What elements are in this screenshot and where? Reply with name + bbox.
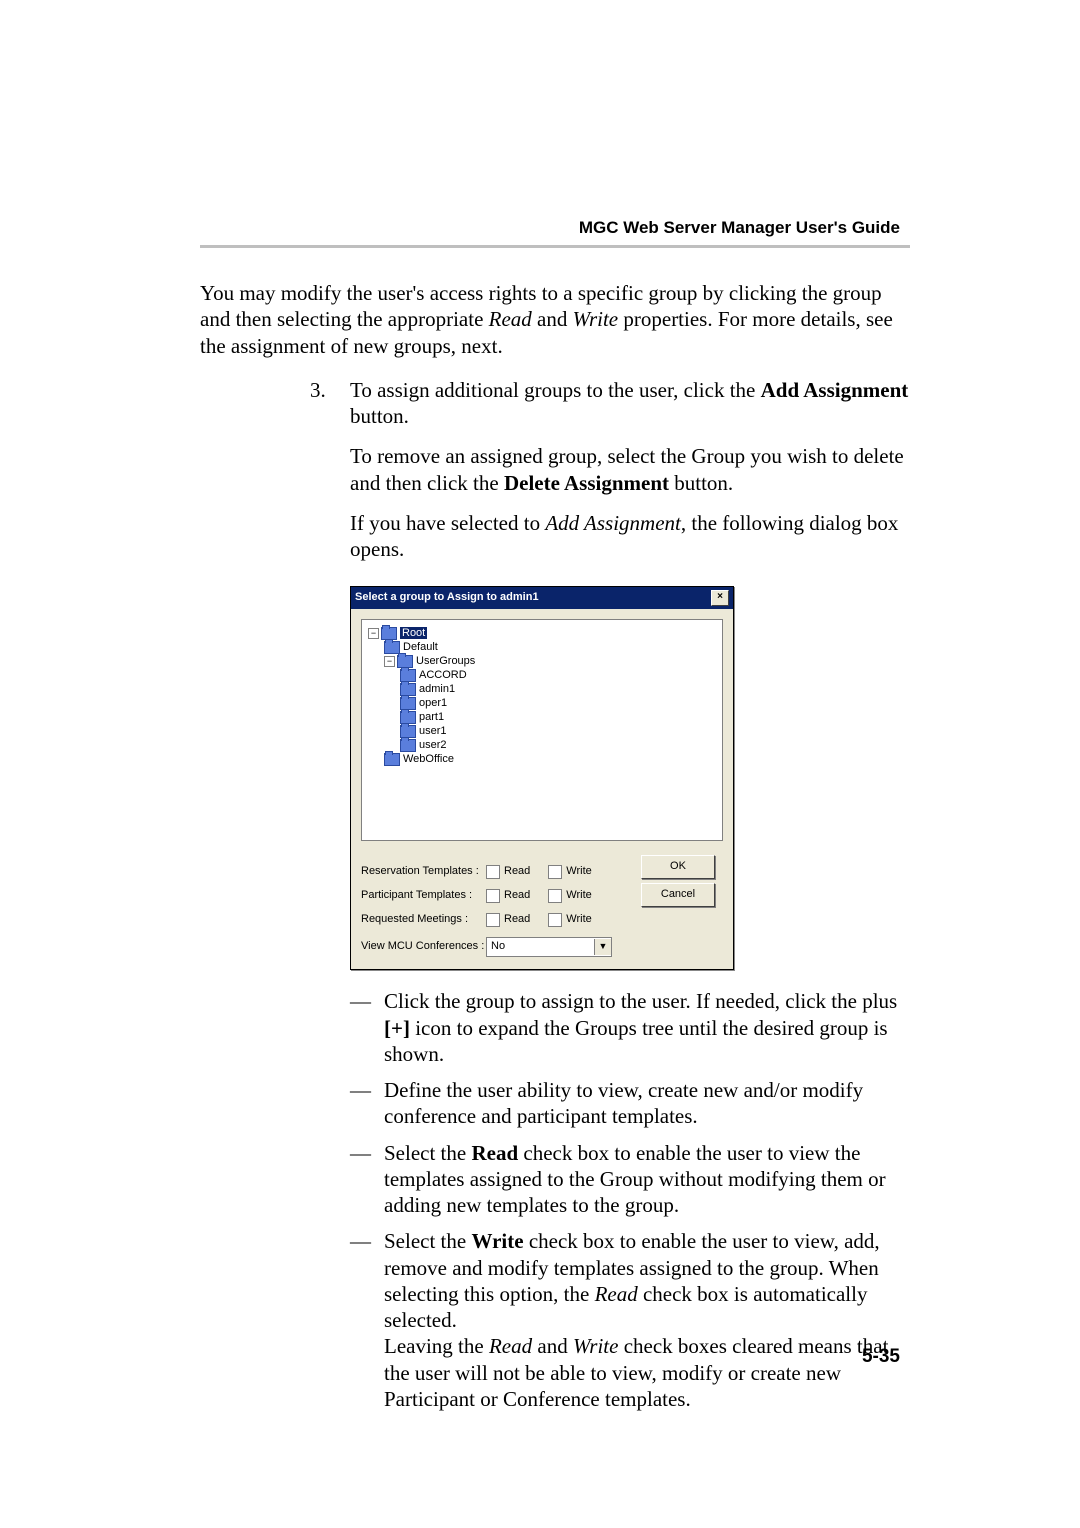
text: Click the group to assign to the user. I… — [384, 989, 897, 1013]
read-checkbox[interactable] — [486, 913, 500, 927]
text-bold: Add Assignment — [761, 378, 909, 402]
step-body: To assign additional groups to the user,… — [350, 377, 910, 577]
checkbox-label: Write — [566, 913, 591, 927]
requested-meetings-row: Requested Meetings : Read Write — [361, 913, 723, 927]
dialog-body: −Root Default −UserGroups ACCORD admin1 … — [351, 609, 733, 851]
intro-paragraph: You may modify the user's access rights … — [200, 280, 910, 359]
read-checkbox[interactable] — [486, 889, 500, 903]
checkbox-label: Read — [504, 913, 530, 927]
chevron-down-icon[interactable]: ▼ — [594, 939, 611, 955]
checkbox-label: Read — [504, 889, 530, 903]
list-item: — Select the Write check box to enable t… — [350, 1228, 910, 1412]
tree-node[interactable]: ACCORD — [419, 669, 467, 681]
tree-node[interactable]: WebOffice — [403, 753, 454, 765]
text: To assign additional groups to the user,… — [350, 378, 761, 402]
group-tree[interactable]: −Root Default −UserGroups ACCORD admin1 … — [361, 619, 723, 841]
text-italic: Read — [489, 1334, 532, 1358]
text-bold: Write — [471, 1229, 523, 1253]
checkbox-label: Write — [566, 889, 591, 903]
read-checkbox[interactable] — [486, 865, 500, 879]
text: button. — [669, 471, 733, 495]
text-italic: Add Assignment — [545, 511, 681, 535]
tree-node[interactable]: UserGroups — [416, 655, 475, 667]
assign-group-dialog: Select a group to Assign to admin1 × − Ro… — [350, 586, 734, 970]
tree-node-root[interactable]: Root — [400, 627, 427, 639]
page-header: MGC Web Server Manager User's Guide — [579, 218, 900, 238]
text: If you have selected to — [350, 511, 545, 535]
dash-icon: — — [350, 1140, 384, 1219]
folder-icon — [400, 739, 416, 752]
text-bold: Read — [471, 1141, 518, 1165]
text: and — [532, 1334, 573, 1358]
tree-node[interactable]: user2 — [419, 739, 447, 751]
list-item: — Define the user ability to view, creat… — [350, 1077, 910, 1130]
tree-node[interactable]: part1 — [419, 711, 444, 723]
checkbox-label: Write — [566, 865, 591, 879]
dash-icon: — — [350, 1228, 384, 1412]
cancel-button[interactable]: Cancel — [641, 883, 715, 907]
text: Define the user ability to view, create … — [384, 1077, 910, 1130]
step-3: 3. To assign additional groups to the us… — [200, 377, 910, 577]
text: and — [532, 307, 573, 331]
text: Select the — [384, 1229, 471, 1253]
tree-node[interactable]: admin1 — [419, 683, 455, 695]
dash-icon: — — [350, 988, 384, 1067]
write-checkbox[interactable] — [548, 865, 562, 879]
tree-node[interactable]: oper1 — [419, 697, 447, 709]
row-label: View MCU Conferences : — [361, 940, 486, 954]
row-label: Reservation Templates : — [361, 865, 486, 879]
page-number: 5-35 — [862, 1346, 900, 1368]
text-bold: [+] — [384, 1016, 410, 1040]
write-checkbox[interactable] — [548, 889, 562, 903]
text: icon to expand the Groups tree until the… — [384, 1016, 888, 1066]
text-italic: Read — [595, 1282, 638, 1306]
text-italic: Read — [489, 307, 532, 331]
header-rule — [200, 245, 910, 248]
write-checkbox[interactable] — [548, 913, 562, 927]
page-content: You may modify the user's access rights … — [200, 280, 910, 1412]
text: Select the — [384, 1141, 471, 1165]
collapse-icon[interactable]: − — [368, 628, 379, 639]
dialog-footer: OK Cancel Reservation Templates : Read W… — [351, 851, 733, 969]
sub-bullet-list: — Click the group to assign to the user.… — [350, 988, 910, 1412]
text-italic: Write — [573, 1334, 619, 1358]
select-value: No — [491, 940, 505, 954]
row-label: Participant Templates : — [361, 889, 486, 903]
text: button. — [350, 404, 409, 428]
checkbox-label: Read — [504, 865, 530, 879]
dialog-titlebar: Select a group to Assign to admin1 × — [351, 587, 733, 609]
list-item: — Select the Read check box to enable th… — [350, 1140, 910, 1219]
list-item: — Click the group to assign to the user.… — [350, 988, 910, 1067]
row-label: Requested Meetings : — [361, 913, 486, 927]
view-mcu-row: View MCU Conferences : No ▼ — [361, 937, 723, 957]
folder-icon — [384, 753, 400, 766]
tree-node[interactable]: Default — [403, 641, 438, 653]
dash-icon: — — [350, 1077, 384, 1130]
dialog-title: Select a group to Assign to admin1 — [355, 591, 539, 605]
ok-button[interactable]: OK — [641, 855, 715, 879]
text-italic: Write — [573, 307, 619, 331]
tree-node[interactable]: user1 — [419, 725, 447, 737]
collapse-icon[interactable]: − — [384, 656, 395, 667]
close-icon[interactable]: × — [711, 590, 729, 606]
step-number: 3. — [310, 377, 350, 577]
view-mcu-select[interactable]: No ▼ — [486, 937, 612, 957]
text-bold: Delete Assignment — [504, 471, 669, 495]
text: Leaving the — [384, 1334, 489, 1358]
